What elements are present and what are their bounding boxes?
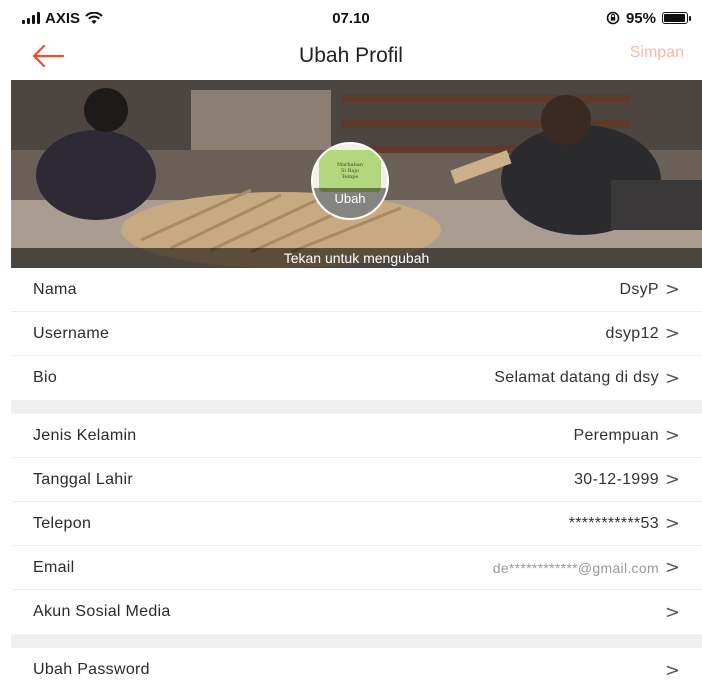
row-label: Nama <box>33 280 77 298</box>
rotation-lock-icon <box>606 11 620 25</box>
row-label: Email <box>33 558 75 576</box>
row-label: Tanggal Lahir <box>33 470 133 488</box>
chevron-right-icon: > <box>664 425 680 446</box>
row-label: Jenis Kelamin <box>33 426 137 444</box>
chevron-right-icon: > <box>664 279 680 300</box>
row-value: DsyP <box>619 280 659 298</box>
row-value: Perempuan <box>573 426 659 444</box>
row-label: Username <box>33 324 110 342</box>
row-bio[interactable]: Bio Selamat datang di dsy > <box>11 356 702 400</box>
status-bar: AXIS 07.10 95% <box>0 0 702 36</box>
row-label: Ubah Password <box>33 661 150 678</box>
row-label: Akun Sosial Media <box>33 603 171 620</box>
nav-bar: Ubah Profil Simpan <box>0 36 702 76</box>
wifi-icon <box>85 11 103 24</box>
arrow-left-icon <box>32 44 65 68</box>
cover-hint: Tekan untuk mengubah <box>11 248 702 268</box>
row-label: Bio <box>33 369 58 386</box>
row-gender[interactable]: Jenis Kelamin Perempuan > <box>11 414 702 458</box>
row-value: dsyp12 <box>605 324 659 342</box>
save-button[interactable]: Simpan <box>630 44 684 62</box>
shop-logo-icon: Marhaban Si Rajo Tempe <box>319 150 381 192</box>
row-label: Telepon <box>33 514 92 532</box>
battery-icon <box>662 12 691 24</box>
row-email[interactable]: Email de************@gmail.com > <box>11 546 702 590</box>
avatar[interactable]: Marhaban Si Rajo Tempe Ubah <box>311 142 389 220</box>
row-phone[interactable]: Telepon ***********53 > <box>11 502 702 546</box>
profile-list: Nama DsyP > Username dsyp12 > Bio Selamat … <box>11 268 702 692</box>
row-value: de************@gmail.com <box>492 559 659 576</box>
row-social-media[interactable]: Akun Sosial Media > <box>11 590 702 634</box>
chevron-right-icon: > <box>664 513 680 534</box>
page-title: Ubah Profil <box>299 44 403 67</box>
section-divider <box>11 634 702 648</box>
chevron-right-icon: > <box>664 469 680 490</box>
back-button[interactable] <box>30 42 70 70</box>
carrier-label: AXIS <box>45 9 81 27</box>
status-right: 95% <box>606 10 702 27</box>
row-value: ***********53 <box>568 514 659 532</box>
battery-percent: 95% <box>625 9 656 27</box>
row-username[interactable]: Username dsyp12 > <box>11 312 702 356</box>
row-value: 30-12-1999 <box>574 470 659 488</box>
chevron-right-icon: > <box>664 557 680 578</box>
row-name[interactable]: Nama DsyP > <box>11 268 702 312</box>
status-time: 07.10 <box>332 9 370 27</box>
row-value: Selamat datang di dsy <box>494 369 659 386</box>
status-left: AXIS <box>0 10 103 27</box>
chevron-right-icon: > <box>664 659 680 681</box>
chevron-right-icon: > <box>664 323 680 344</box>
row-change-password[interactable]: Ubah Password > <box>11 648 702 692</box>
section-divider <box>11 400 702 414</box>
avatar-change-label: Ubah <box>313 188 387 218</box>
row-birthdate[interactable]: Tanggal Lahir 30-12-1999 > <box>11 458 702 502</box>
chevron-right-icon: > <box>664 367 680 389</box>
signal-icon <box>22 12 40 24</box>
chevron-right-icon: > <box>664 601 680 623</box>
cover-photo[interactable]: Marhaban Si Rajo Tempe Ubah Tekan untuk me… <box>11 80 702 268</box>
